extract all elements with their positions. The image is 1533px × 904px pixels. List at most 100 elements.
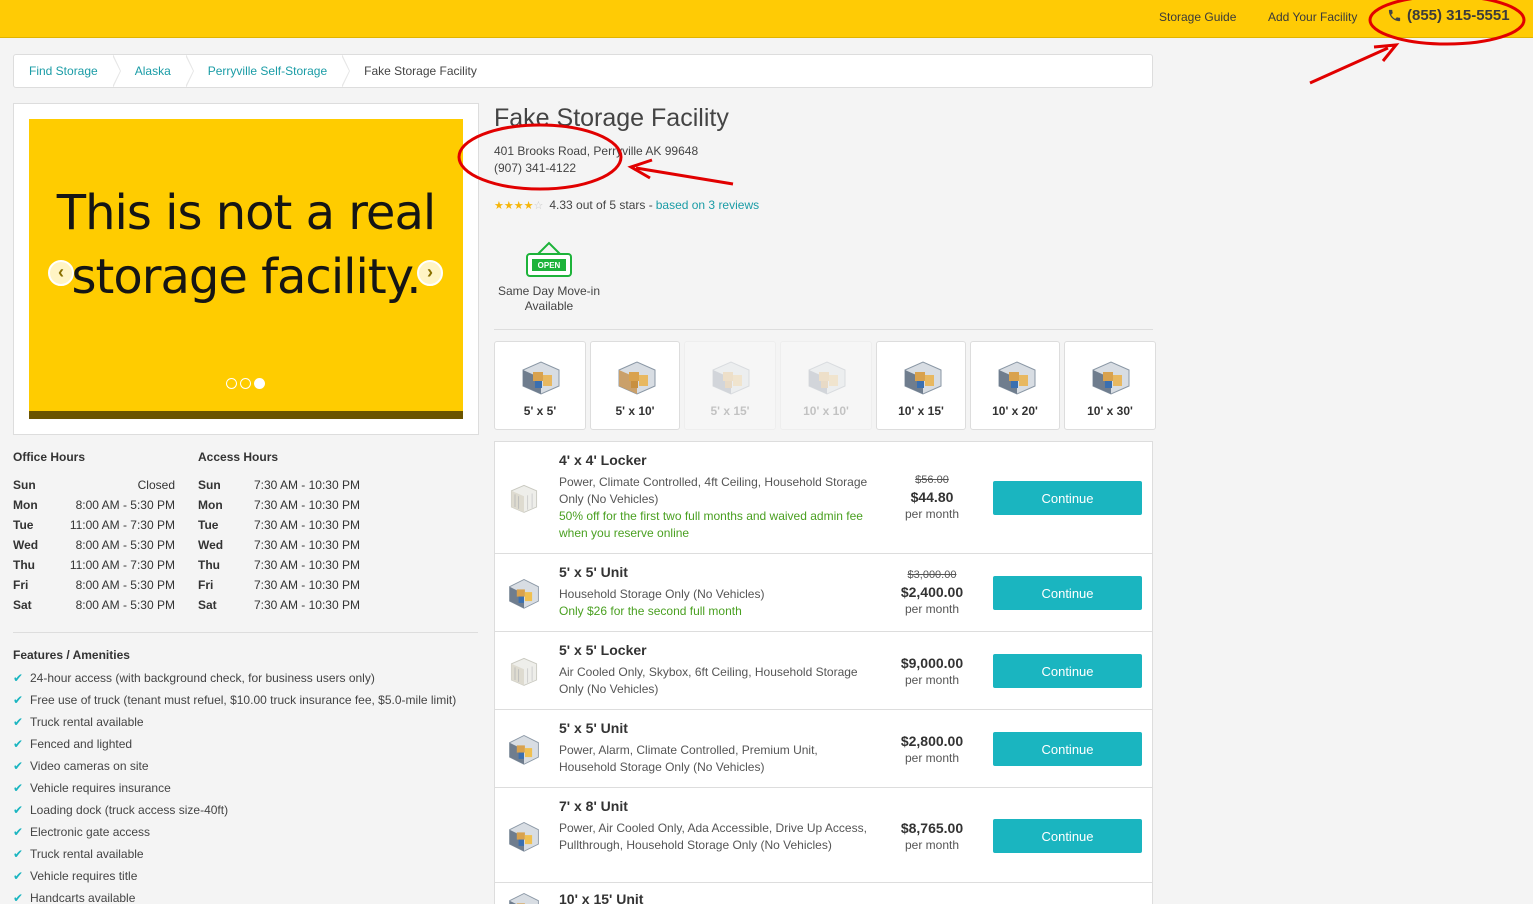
unit-row: 10' x 15' Unit bbox=[495, 883, 1152, 904]
facility-title: Fake Storage Facility bbox=[494, 104, 729, 132]
storage-guide-link[interactable]: Storage Guide bbox=[1159, 10, 1236, 24]
unit-title: 4' x 4' Locker bbox=[559, 452, 647, 468]
facility-rating: ★★★★☆ 4.33 out of 5 stars - based on 3 r… bbox=[494, 198, 759, 212]
breadcrumb-alaska[interactable]: Alaska bbox=[113, 55, 194, 87]
gallery-slide: This is not a real storage facility. ‹ › bbox=[29, 119, 463, 419]
feature-text: Loading dock (truck access size-40ft) bbox=[30, 803, 229, 817]
same-day-move-in-badge: OPEN Same Day Move-in Available bbox=[494, 240, 604, 314]
feature-text: Electronic gate access bbox=[30, 825, 151, 839]
unit-icon bbox=[509, 892, 539, 904]
continue-button[interactable]: Continue bbox=[993, 819, 1142, 853]
storage-unit-icon bbox=[522, 361, 560, 395]
current-price: $8,765.00 bbox=[900, 820, 964, 836]
hours-time: 7:30 AM - 10:30 PM bbox=[253, 538, 360, 552]
price-period: per month bbox=[904, 507, 960, 521]
day-label: Tue bbox=[198, 518, 219, 532]
breadcrumb-label: Fake Storage Facility bbox=[364, 64, 477, 78]
size-filter-label: 10' x 10' bbox=[803, 404, 849, 418]
checkmark-icon: ✔ bbox=[13, 869, 24, 883]
top-header-bar: Storage Guide Add Your Facility (855) 31… bbox=[0, 0, 1533, 38]
unit-promo-text: 50% off for the first two full months an… bbox=[559, 509, 863, 540]
feature-item: ✔ Loading dock (truck access size-40ft) bbox=[13, 799, 479, 821]
day-label: Wed bbox=[198, 538, 224, 552]
size-filter-label: 10' x 15' bbox=[898, 404, 944, 418]
office-hours-row: Wed 8:00 AM - 5:30 PM bbox=[13, 538, 175, 558]
gallery-dot[interactable] bbox=[240, 378, 251, 389]
gallery-prev-button[interactable]: ‹ bbox=[48, 260, 74, 286]
gallery-dot-active[interactable] bbox=[254, 378, 265, 389]
feature-item: ✔ Truck rental available bbox=[13, 843, 479, 865]
office-hours-row: Mon 8:00 AM - 5:30 PM bbox=[13, 498, 175, 518]
current-price: $2,800.00 bbox=[900, 733, 964, 749]
star-rating-icon: ★★★★☆ bbox=[494, 199, 544, 212]
hours-time: 7:30 AM - 10:30 PM bbox=[253, 598, 360, 612]
day-label: Mon bbox=[13, 498, 38, 512]
size-filter-5x10[interactable]: 5' x 10' bbox=[590, 341, 680, 430]
size-filter-label: 5' x 5' bbox=[523, 404, 557, 418]
day-label: Sun bbox=[13, 478, 36, 492]
size-filter-10x20[interactable]: 10' x 20' bbox=[970, 341, 1060, 430]
continue-button[interactable]: Continue bbox=[993, 654, 1142, 688]
annotation-arrowhead bbox=[1373, 43, 1400, 62]
storage-unit-icon bbox=[808, 361, 846, 395]
hours-time: 7:30 AM - 10:30 PM bbox=[253, 578, 360, 592]
feature-item: ✔ Free use of truck (tenant must refuel, … bbox=[13, 689, 479, 711]
checkmark-icon: ✔ bbox=[13, 693, 24, 707]
price-period: per month bbox=[904, 673, 960, 687]
office-hours-row: Sun Closed bbox=[13, 478, 175, 498]
hours-time: 8:00 AM - 5:30 PM bbox=[75, 538, 175, 552]
unit-row: 4' x 4' Locker Power, Climate Controlled… bbox=[495, 442, 1152, 554]
checkmark-icon: ✔ bbox=[13, 759, 24, 773]
size-filter-10x10: 10' x 10' bbox=[780, 341, 872, 430]
feature-item: ✔ 24-hour access (with background check, … bbox=[13, 667, 479, 689]
continue-button[interactable]: Continue bbox=[993, 732, 1142, 766]
reviews-link[interactable]: based on 3 reviews bbox=[656, 198, 759, 212]
office-hours-heading: Office Hours bbox=[13, 450, 86, 464]
unit-title: 10' x 15' Unit bbox=[559, 891, 644, 904]
facility-phone[interactable]: (907) 341-4122 bbox=[494, 161, 576, 175]
move-in-line: Same Day Move-in bbox=[497, 284, 601, 298]
unit-size-filters: 5' x 5' 5' x 10' 5' x 15' 10' x 10' 10' … bbox=[494, 341, 1156, 430]
gallery-next-button[interactable]: › bbox=[417, 260, 443, 286]
locker-icon bbox=[510, 484, 538, 513]
annotation-arrow bbox=[1309, 46, 1389, 85]
day-label: Sat bbox=[198, 598, 217, 612]
feature-text: Handcarts available bbox=[30, 891, 136, 904]
gallery-pagination bbox=[226, 378, 265, 389]
price-period: per month bbox=[904, 602, 960, 616]
hours-time: 7:30 AM - 10:30 PM bbox=[253, 558, 360, 572]
features-section: Features / Amenities ✔ 24-hour access (wi… bbox=[13, 648, 479, 904]
size-filter-10x15[interactable]: 10' x 15' bbox=[876, 341, 966, 430]
open-sign-icon: OPEN bbox=[526, 241, 572, 277]
feature-item: ✔ Electronic gate access bbox=[13, 821, 479, 843]
rating-text: 4.33 out of 5 stars - bbox=[549, 198, 653, 212]
feature-text: Fenced and lighted bbox=[30, 737, 133, 751]
feature-text: 24-hour access (with background check, f… bbox=[30, 671, 375, 685]
continue-button[interactable]: Continue bbox=[993, 576, 1142, 610]
continue-button[interactable]: Continue bbox=[993, 481, 1142, 515]
checkmark-icon: ✔ bbox=[13, 715, 24, 729]
day-label: Thu bbox=[198, 558, 220, 572]
size-filter-5x5[interactable]: 5' x 5' bbox=[494, 341, 586, 430]
gallery-dot[interactable] bbox=[226, 378, 237, 389]
size-filter-10x30[interactable]: 10' x 30' bbox=[1064, 341, 1156, 430]
current-price: $2,400.00 bbox=[900, 584, 964, 600]
hours-time: 8:00 AM - 5:30 PM bbox=[75, 498, 175, 512]
breadcrumb-current: Fake Storage Facility bbox=[342, 55, 492, 87]
unit-price: $56.00 $44.80 per month bbox=[889, 472, 975, 522]
breadcrumb-label: Alaska bbox=[134, 64, 171, 78]
unit-title: 5' x 5' Unit bbox=[559, 564, 628, 580]
unit-features-text: Air Cooled Only, Skybox, 6ft Ceiling, Ho… bbox=[559, 665, 858, 696]
breadcrumb-perryville[interactable]: Perryville Self-Storage bbox=[186, 55, 351, 87]
add-your-facility-link[interactable]: Add Your Facility bbox=[1268, 10, 1357, 24]
breadcrumb-find-storage[interactable]: Find Storage bbox=[14, 55, 121, 87]
feature-text: Truck rental available bbox=[30, 847, 144, 861]
locker-icon bbox=[510, 657, 538, 686]
unit-title: 7' x 8' Unit bbox=[559, 798, 628, 814]
office-hours-row: Thu 11:00 AM - 7:30 PM bbox=[13, 558, 175, 578]
header-phone-link[interactable]: (855) 315-5551 bbox=[1387, 7, 1510, 24]
unit-description: Power, Air Cooled Only, Ada Accessible, … bbox=[559, 820, 869, 854]
feature-text: Vehicle requires title bbox=[30, 869, 138, 883]
unit-title: 5' x 5' Locker bbox=[559, 642, 647, 658]
unit-promo-text: Only $26 for the second full month bbox=[559, 604, 742, 618]
